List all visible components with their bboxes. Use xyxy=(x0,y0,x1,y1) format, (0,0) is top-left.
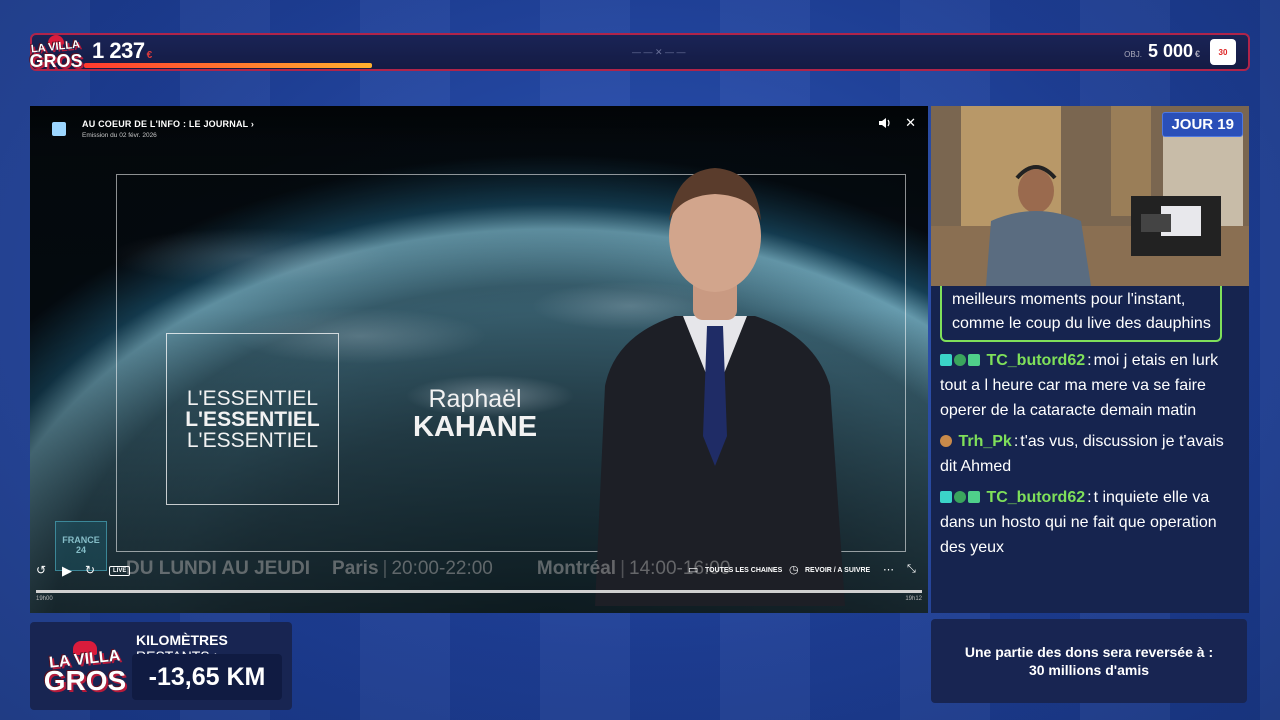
chat-username[interactable]: TC_butord62 xyxy=(986,352,1085,369)
chat-username[interactable]: Trh_Pk xyxy=(958,433,1011,450)
donation-goal-bar: 1 237 € — — ✕ — — OBJ. 5 000 € 30 xyxy=(30,33,1250,71)
goal-value: 5 000 xyxy=(1147,41,1193,61)
time-end: 19h12 xyxy=(905,596,922,602)
f24-line2: 24 xyxy=(75,545,86,555)
minimize-icon[interactable]: ⤡ xyxy=(907,563,916,576)
km-remaining-panel: LA VILLA GROS KILOMÈTRES RESTANTS : -13,… xyxy=(30,622,292,710)
video-player[interactable]: L'ESSENTIEL L'ESSENTIEL L'ESSENTIEL Raph… xyxy=(30,106,928,613)
donation-amount-value: 1 237 xyxy=(92,38,145,63)
all-channels-button[interactable]: TOUTES LES CHAINES xyxy=(705,567,782,574)
essentiel-line: L'ESSENTIEL xyxy=(186,428,319,452)
gift-icon xyxy=(968,491,980,503)
donation-line1: Une partie des dons sera reversée à : xyxy=(964,644,1214,660)
replay-button[interactable]: REVOIR / A SUIVRE xyxy=(805,567,870,574)
show-subtitle: Emission du 02 févr. 2026 xyxy=(82,132,157,139)
volume-icon[interactable] xyxy=(878,116,892,130)
top-center-deco: — — ✕ — — xyxy=(632,47,686,57)
badge-icon xyxy=(940,491,952,503)
anchor-last-name: KAHANE xyxy=(413,411,538,444)
goal-prefix: OBJ. xyxy=(1124,50,1142,59)
essentiel-title-card: L'ESSENTIEL L'ESSENTIEL L'ESSENTIEL xyxy=(166,333,339,505)
donation-amount-currency: € xyxy=(146,50,153,61)
show-title-link[interactable]: AU COEUR DE L'INFO : LE JOURNAL › xyxy=(82,119,254,129)
close-icon[interactable]: ✕ xyxy=(905,115,916,131)
charity-logo: 30 xyxy=(1210,39,1236,65)
km-label-bold: KILOMÈTRES xyxy=(136,632,228,648)
chat-message: Trh_Pk: t'as vus, discussion je t'avais d… xyxy=(940,433,1224,475)
badge-icon xyxy=(940,435,952,447)
essentiel-line: L'ESSENTIEL xyxy=(185,407,320,431)
day-counter-badge: JOUR 19 xyxy=(1162,112,1243,137)
logo-line2: GROS xyxy=(29,50,83,71)
chat-message: TC_butord62: t inquiete elle va dans un h… xyxy=(940,489,1217,556)
presenter-figure xyxy=(595,168,845,606)
more-icon[interactable]: ⋯ xyxy=(883,563,894,576)
donation-line2: 30 millions d'amis xyxy=(1028,662,1150,678)
highlighted-chat-message: meilleurs moments pour l'instant, comme … xyxy=(940,286,1222,342)
donation-goal: OBJ. 5 000 € xyxy=(1124,41,1200,62)
channel-icon xyxy=(52,122,66,136)
badge-icon xyxy=(954,491,966,503)
km-value: -13,65 KM xyxy=(132,654,282,700)
essentiel-line: L'ESSENTIEL xyxy=(186,386,319,410)
time-start: 19h00 xyxy=(36,596,53,602)
goal-currency: € xyxy=(1194,49,1200,59)
chat-panel: meilleurs moments pour l'instant, comme … xyxy=(931,286,1249,613)
donation-amount: 1 237 € xyxy=(92,38,152,64)
chat-username[interactable]: TC_butord62 xyxy=(986,489,1085,506)
gift-icon xyxy=(968,354,980,366)
video-progress-bar[interactable] xyxy=(36,590,922,593)
la-villa-gros-logo: LA VILLA GROS xyxy=(40,628,130,706)
webcam-feed: JOUR 19 xyxy=(931,106,1249,286)
logo-line2: GROS xyxy=(43,664,127,696)
rewind-icon[interactable]: ↺ xyxy=(36,563,46,577)
live-button[interactable]: LIVE xyxy=(109,566,131,576)
anchor-first-name: Raphaël xyxy=(428,385,522,413)
chat-message: TC_butord62: moi j etais en lurk tout a l… xyxy=(940,352,1219,419)
forward-icon[interactable]: ↻ xyxy=(85,563,95,577)
badge-icon xyxy=(940,354,952,366)
la-villa-gros-logo: LA VILLA GROS xyxy=(28,24,84,80)
tv-icon[interactable]: ▭ xyxy=(688,563,698,576)
donation-info-panel: Une partie des dons sera reversée à : 30… xyxy=(931,619,1247,703)
badge-icon xyxy=(954,354,966,366)
play-icon[interactable]: ▶ xyxy=(62,563,72,579)
clock-icon[interactable]: ◷ xyxy=(789,563,799,576)
anchor-name: Raphaël KAHANE xyxy=(413,386,537,443)
player-controls: ↺ ▶ ↻ LIVE ▭ TOUTES LES CHAINES ◷ REVOIR… xyxy=(30,560,928,590)
